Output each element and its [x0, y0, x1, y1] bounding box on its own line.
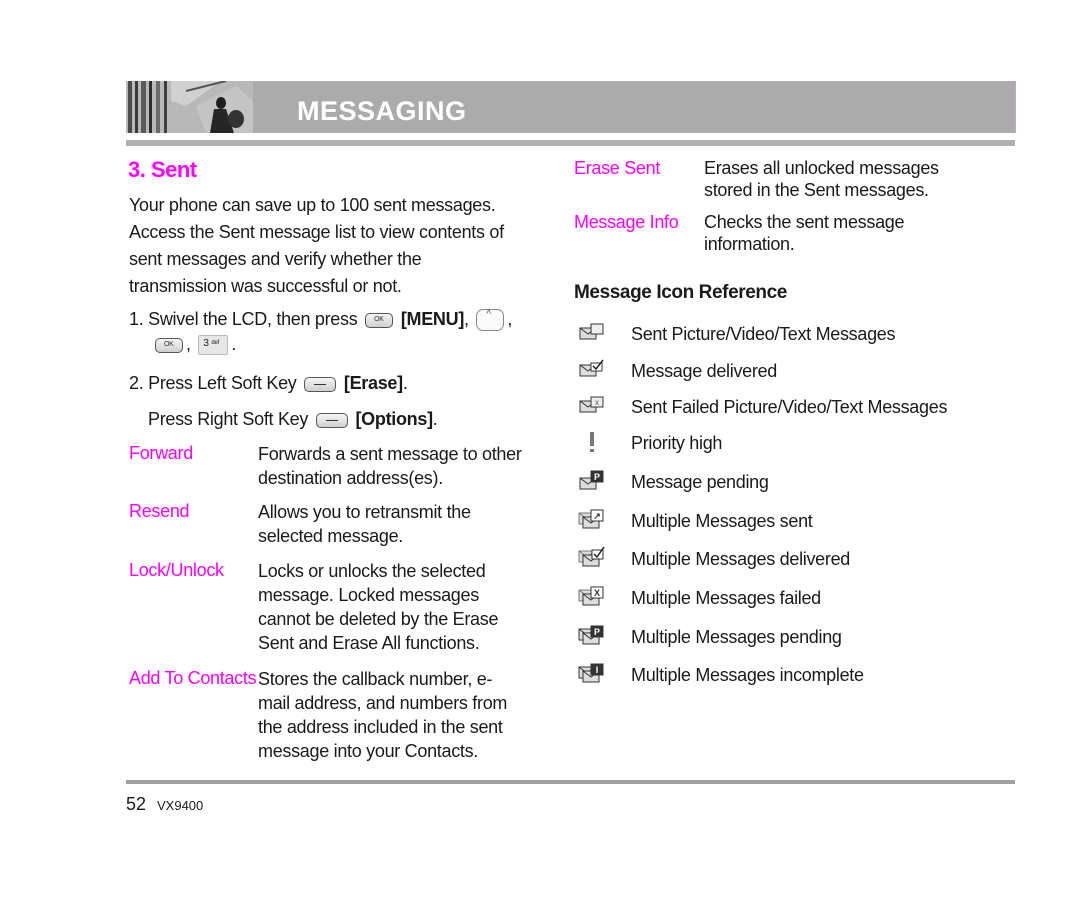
step-3: Press Right Soft Key [Options]. [148, 409, 438, 429]
priority-high-icon [578, 431, 606, 453]
sent-message-icon [578, 322, 606, 344]
step-2: 2. Press Left Soft Key [Erase]. [129, 373, 408, 393]
icon-reference-label: Message pending [631, 472, 769, 492]
section-banner [126, 81, 1016, 133]
footer-divider [126, 780, 1015, 784]
right-soft-key-icon [315, 412, 348, 428]
icon-reference-label: Multiple Messages sent [631, 511, 813, 531]
icon-reference-label: Multiple Messages delivered [631, 549, 851, 569]
icon-reference-label: Multiple Messages failed [631, 588, 821, 608]
page-number: 52 [126, 794, 147, 814]
intro-line: Access the Sent message list to view con… [129, 222, 504, 242]
ok-key-icon: OK [155, 337, 183, 353]
svg-text:x: x [595, 398, 599, 407]
sent-failed-icon: x [578, 395, 606, 417]
intro-line: Your phone can save up to 100 sent messa… [129, 195, 496, 215]
multiple-delivered-icon [578, 546, 606, 569]
erase-label: [Erase] [343, 373, 403, 393]
option-message-info-desc: Checks the sent message information. [704, 212, 905, 254]
multiple-incomplete-icon: I [578, 663, 606, 685]
option-resend-desc: Allows you to retransmit the selected mes… [258, 502, 471, 546]
multiple-failed-icon: X [578, 586, 606, 608]
step-2-text: 2. Press Left Soft Key [129, 373, 297, 393]
icon-reference-label: Sent Failed Picture/Video/Text Messages [631, 397, 948, 417]
option-erase-sent-label: Erase Sent [574, 158, 661, 178]
option-add-to-contacts-label: Add To Contacts [129, 668, 257, 688]
icon-reference-title: Message Icon Reference [574, 282, 787, 303]
menu-label: [MENU] [400, 309, 465, 329]
option-message-info-label: Message Info [574, 212, 679, 232]
option-resend-label: Resend [129, 501, 190, 521]
svg-text:↗: ↗ [593, 511, 601, 521]
ok-key-icon: OK [365, 312, 394, 328]
model-name: VX9400 [157, 798, 204, 813]
chapter-title: MESSAGING [297, 96, 467, 126]
option-forward-desc: Forwards a sent message to other destinat… [258, 444, 522, 488]
icon-reference-label: Message delivered [631, 361, 777, 381]
banner-photo [126, 81, 253, 133]
intro-line: sent messages and verify whether the [129, 249, 422, 269]
step-1-text: 1. Swivel the LCD, then press [129, 309, 358, 329]
icon-reference-label: Priority high [631, 433, 723, 453]
intro-line: transmission was successful or not. [129, 276, 402, 296]
step-3-text: Press Right Soft Key [148, 409, 309, 429]
icon-reference-label: Sent Picture/Video/Text Messages [631, 324, 896, 344]
navigation-up-key-icon [476, 309, 505, 332]
svg-text:I: I [596, 665, 599, 675]
svg-text:P: P [594, 627, 600, 637]
multiple-pending-icon: P [578, 625, 606, 647]
step-1-continued: OK, 3 def. [152, 334, 236, 356]
option-lock-unlock-label: Lock/Unlock [129, 560, 224, 580]
icon-reference-label: Multiple Messages incomplete [631, 665, 864, 685]
svg-text:X: X [594, 588, 600, 598]
option-forward-label: Forward [129, 443, 193, 463]
options-label: [Options] [355, 409, 433, 429]
intro-paragraph: Your phone can save up to 100 sent messa… [129, 192, 529, 300]
step-1: 1. Swivel the LCD, then press OK [MENU],… [129, 309, 512, 332]
three-key-icon: 3 def [198, 335, 229, 356]
option-lock-unlock-desc: Locks or unlocks the selected message. Lo… [258, 561, 499, 653]
option-erase-sent-desc: Erases all unlocked messages stored in th… [704, 158, 939, 200]
svg-text:P: P [594, 472, 600, 482]
option-add-to-contacts-desc: Stores the callback number, e-mail addre… [258, 669, 508, 761]
banner-divider [126, 140, 1015, 146]
section-title: 3. Sent [128, 157, 197, 182]
multiple-sent-icon: ↗ [578, 509, 606, 531]
icon-reference-label: Multiple Messages pending [631, 627, 842, 647]
message-delivered-icon [578, 359, 606, 381]
message-pending-icon: P [578, 470, 606, 492]
left-soft-key-icon [304, 376, 337, 392]
